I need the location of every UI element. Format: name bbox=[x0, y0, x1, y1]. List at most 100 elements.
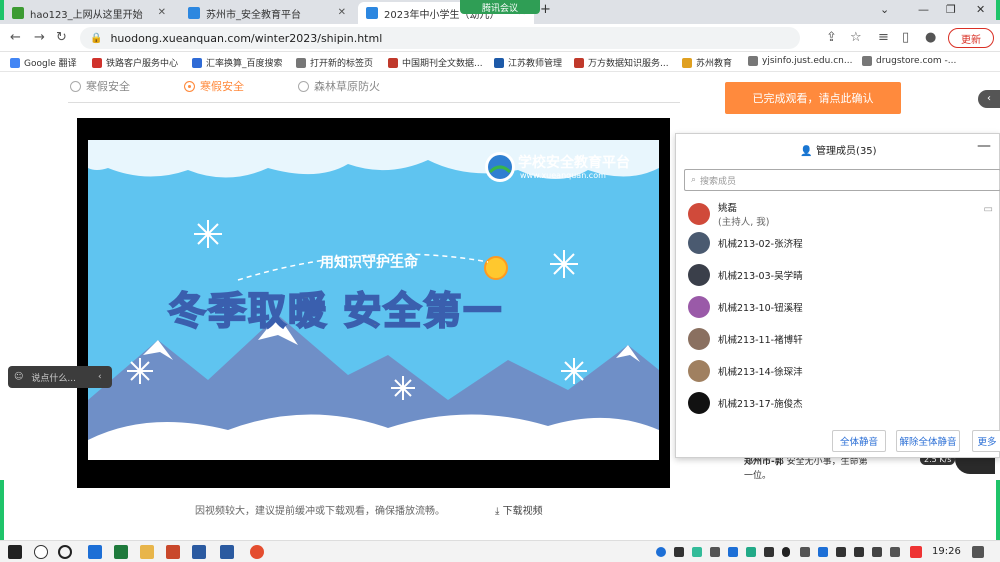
member-host[interactable]: 姚磊 (主持人, 我) bbox=[688, 200, 769, 228]
clock[interactable]: 19:26 bbox=[932, 546, 961, 557]
tray-icon[interactable] bbox=[800, 547, 810, 557]
frame-corner bbox=[996, 480, 1000, 540]
radio-option[interactable]: 森林草原防火 bbox=[298, 78, 380, 94]
search-icon: ⌕ bbox=[691, 175, 697, 185]
bookmark-item[interactable]: 铁路客户服务中心 bbox=[92, 56, 178, 69]
confirm-watched-button[interactable]: 已完成观看，请点此确认 bbox=[725, 82, 901, 114]
bookmark-label: Google 翻译 bbox=[24, 59, 77, 69]
windows-start-icon[interactable] bbox=[8, 545, 22, 559]
member-row[interactable]: 机械213-11-褚博轩 bbox=[688, 328, 803, 350]
word-icon[interactable] bbox=[220, 545, 234, 559]
reload-icon[interactable]: ↻ bbox=[56, 30, 67, 45]
bookmark-item[interactable]: 中国期刊全文数据... bbox=[388, 56, 483, 69]
member-search-input[interactable]: ⌕ 搜索成员 bbox=[684, 169, 1000, 191]
new-tab-button[interactable]: + bbox=[540, 2, 551, 17]
member-row[interactable]: 机械213-10-钮溪程 bbox=[688, 296, 803, 318]
tray-icon[interactable] bbox=[728, 547, 738, 557]
avatar bbox=[688, 392, 710, 414]
tab-hao123[interactable]: hao123_上网从这里开始 ✕ bbox=[4, 2, 174, 24]
minimize-icon[interactable]: — bbox=[918, 3, 929, 16]
forward-icon[interactable]: → bbox=[34, 30, 45, 45]
meeting-app-icon[interactable] bbox=[88, 545, 102, 559]
tray-icon[interactable] bbox=[692, 547, 702, 557]
side-panel-icon[interactable]: ▯ bbox=[902, 30, 909, 45]
restore-icon[interactable]: ❐ bbox=[946, 3, 956, 16]
tray-icon[interactable] bbox=[710, 547, 720, 557]
wanfang-icon bbox=[574, 57, 584, 68]
update-button[interactable]: 更新 bbox=[948, 28, 994, 48]
globe-icon bbox=[296, 57, 306, 68]
bookmark-item[interactable]: 打开新的标签页 bbox=[296, 56, 373, 69]
download-label: 下载视频 bbox=[502, 506, 543, 517]
notification-icon[interactable] bbox=[972, 546, 984, 558]
reading-list-icon[interactable]: ≡ bbox=[878, 30, 889, 45]
close-icon[interactable]: ✕ bbox=[158, 7, 166, 18]
bookmark-item[interactable]: drugstore.com -... bbox=[862, 56, 956, 66]
search-icon[interactable] bbox=[34, 545, 48, 559]
member-row[interactable]: 机械213-14-徐琛沣 bbox=[688, 360, 803, 382]
radio-option-selected[interactable]: 寒假安全 bbox=[184, 78, 244, 94]
bluetooth-icon[interactable] bbox=[818, 547, 828, 557]
bookmark-item[interactable]: 苏州教育 bbox=[682, 56, 732, 69]
close-icon[interactable]: ✕ bbox=[338, 7, 346, 18]
share-icon[interactable]: ⇪ bbox=[826, 30, 837, 45]
screen-share-icon[interactable]: ▭ bbox=[984, 204, 993, 215]
address-bar[interactable]: 🔒 huodong.xueanquan.com/winter2023/shipi… bbox=[80, 27, 800, 49]
volume-icon[interactable] bbox=[854, 547, 864, 557]
comment-preview: 郑州市-郭 安全无小事，生命第一位。 bbox=[744, 455, 874, 483]
member-row[interactable]: 机械213-17-施俊杰 bbox=[688, 392, 803, 414]
bookmark-item[interactable]: 万方数据知识服务... bbox=[574, 56, 669, 69]
bookmark-item[interactable]: 汇率换算_百度搜索 bbox=[192, 56, 283, 69]
tray-icon[interactable] bbox=[746, 547, 756, 557]
collapse-chat-icon[interactable]: ‹ bbox=[98, 372, 102, 382]
unmute-all-button[interactable]: 解除全体静音 bbox=[896, 430, 960, 452]
powerpoint-icon[interactable] bbox=[166, 545, 180, 559]
radio-label: 寒假安全 bbox=[86, 80, 130, 93]
minimize-panel-icon[interactable]: — bbox=[977, 138, 991, 154]
chrome-icon[interactable] bbox=[250, 545, 264, 559]
app-icon[interactable] bbox=[192, 545, 206, 559]
divider bbox=[68, 102, 680, 103]
profile-icon[interactable]: ● bbox=[925, 30, 936, 45]
chat-input[interactable]: ☺ 说点什么... ‹ bbox=[8, 366, 112, 388]
bookmark-label: 万方数据知识服务... bbox=[588, 59, 669, 69]
radio-option[interactable]: 寒假安全 bbox=[70, 78, 130, 94]
star-icon[interactable]: ☆ bbox=[850, 30, 862, 45]
back-icon[interactable]: ← bbox=[10, 30, 21, 45]
bookmark-item[interactable]: Google 翻译 bbox=[10, 56, 77, 69]
more-button[interactable]: 更多 bbox=[972, 430, 1000, 452]
download-video-link[interactable]: ⤓ 下载视频 bbox=[495, 502, 543, 517]
video-player[interactable]: 学校安全教育平台 www.xueanquan.com 用知识守护生命 冬季取暖 … bbox=[77, 118, 670, 488]
bookmark-item[interactable]: 江苏教师管理 bbox=[494, 56, 562, 69]
excel-icon[interactable] bbox=[114, 545, 128, 559]
tray-icon[interactable] bbox=[890, 547, 900, 557]
meeting-indicator[interactable]: 腾讯会议 bbox=[460, 0, 540, 14]
collapse-icon[interactable]: ‹ bbox=[978, 90, 1000, 108]
tray-icon[interactable] bbox=[656, 547, 666, 557]
buffer-notice: 因视频较大，建议提前缓冲或下载观看，确保播放流畅。 bbox=[195, 506, 445, 517]
member-row[interactable]: 机械213-03-吴学晴 bbox=[688, 264, 803, 286]
tab-suzhou[interactable]: 苏州市_安全教育平台 ✕ bbox=[180, 2, 354, 24]
url-text: huodong.xueanquan.com/winter2023/shipin.… bbox=[110, 31, 383, 45]
tray-icon[interactable] bbox=[674, 547, 684, 557]
member-name: 机械213-17-施俊杰 bbox=[718, 399, 803, 410]
mute-all-button[interactable]: 全体静音 bbox=[832, 430, 886, 452]
folder-icon[interactable] bbox=[140, 545, 154, 559]
cortana-icon[interactable] bbox=[58, 545, 72, 559]
emoji-icon[interactable]: ☺ bbox=[14, 372, 23, 382]
tray-icon[interactable] bbox=[872, 547, 882, 557]
ime-icon[interactable] bbox=[910, 546, 922, 558]
tab-search-icon[interactable]: ⌄ bbox=[880, 3, 889, 16]
bookmark-item[interactable]: yjsinfo.just.edu.cn... bbox=[748, 56, 852, 66]
meeting-members-panel: 👤 管理成员(35) — ⌕ 搜索成员 姚磊 (主持人, 我) ▭ 机械213-0… bbox=[675, 133, 1000, 458]
close-window-icon[interactable]: ✕ bbox=[976, 3, 985, 16]
tray-icon[interactable] bbox=[764, 547, 774, 557]
wifi-icon[interactable] bbox=[836, 547, 846, 557]
radio-label: 寒假安全 bbox=[200, 80, 244, 93]
microphone-icon[interactable] bbox=[782, 547, 790, 557]
panel-title: 👤 管理成员(35) bbox=[676, 142, 1000, 157]
tab-title: 苏州市_安全教育平台 bbox=[206, 9, 301, 21]
member-row[interactable]: 机械213-02-张济程 bbox=[688, 232, 803, 254]
radio-dot bbox=[70, 80, 81, 92]
radio-dot bbox=[184, 80, 195, 92]
